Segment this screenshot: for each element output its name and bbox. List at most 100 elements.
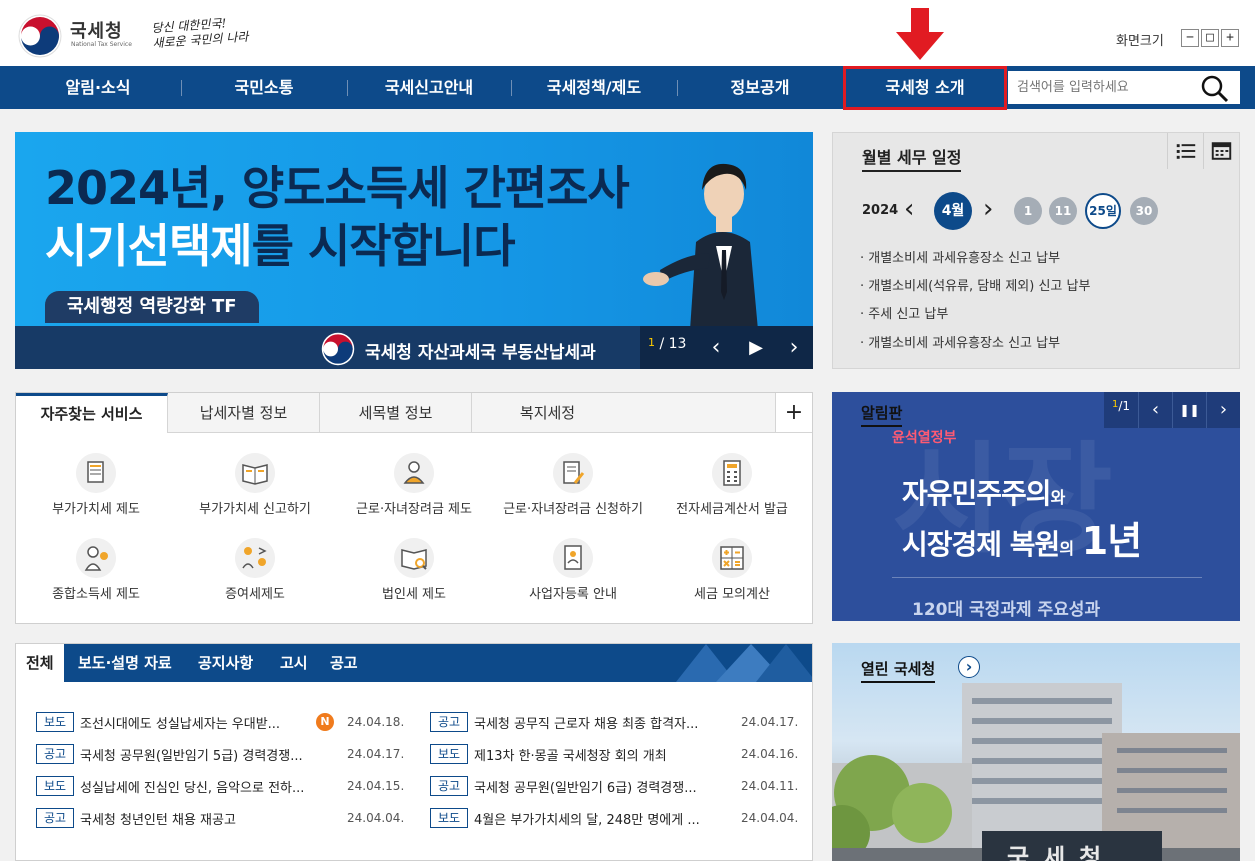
service-label: 근로·자녀장려금 신청하기 [503,502,643,517]
tab-announcement[interactable]: 고시 [280,644,308,682]
board-next-button[interactable]: › [1206,392,1240,428]
schedule-day[interactable]: 11 [1049,197,1077,225]
news-row[interactable]: 보도 4월은 부가가치세의 달, 248만 명에게 ... 24.04.04. [430,808,810,828]
main-banner[interactable]: 2024년, 양도소득세 간편조사 시기선택제를 시작합니다 국세행정 역량강화… [15,132,813,369]
font-decrease-button[interactable]: − [1181,29,1199,47]
schedule-item[interactable]: · 개별소비세 과세유흥장소 신고 납부 [860,247,1060,266]
news-tag: 공고 [430,776,468,796]
board-counter: 1/1 [1112,399,1130,413]
news-title[interactable]: 제13차 한·몽골 국세청장 회의 개최 [474,745,667,764]
board-counter-total: /1 [1118,399,1131,413]
service-vat-filing[interactable]: 부가가치세 신고하기 [177,453,333,517]
tab-frequent-services[interactable]: 자주찾는 서비스 [16,393,168,433]
tab-public-notice[interactable]: 공고 [330,644,358,682]
news-row[interactable]: 공고 국세청 공무직 근로자 채용 최종 합격자... 24.04.17. [430,712,810,732]
open-nts-panel[interactable]: 열린 국세청 › 국세청 [832,643,1240,861]
news-title[interactable]: 조선시대에도 성실납세자는 우대받... [80,713,280,732]
arrow-right-icon[interactable]: › [958,656,980,678]
board-headline-1b: 와 [1050,488,1066,507]
tab-notices[interactable]: 공지사항 [198,644,253,682]
id-card-icon [553,538,593,578]
service-earned-income-credit[interactable]: 근로·자녀장려금 제도 [336,453,492,517]
banner-headline-1: 2024년, 양도소득세 간편조사 [45,161,630,215]
notice-board[interactable]: 시장 알림판 1/1 ‹ ❚❚ › 윤석열정부 자유민주주의와 시장경제 복원의… [832,392,1240,621]
banner-headline-2: 시기선택제를 시작합니다 [45,210,516,276]
news-title[interactable]: 국세청 공무직 근로자 채용 최종 합격자... [474,713,698,732]
schedule-year: 2024 [862,203,899,218]
news-title[interactable]: 국세청 청년인턴 채용 재공고 [80,809,236,828]
nav-item-tax-filing[interactable]: 국세신고안내 [347,66,511,109]
nav-item-notice[interactable]: 알림·소식 [15,66,181,109]
news-row[interactable]: 공고 국세청 공무원(일반임기 5급) 경력경쟁... 24.04.17. [36,744,416,764]
nav-item-tax-policy[interactable]: 국세정책/제도 [511,66,677,109]
banner-next-button[interactable]: › [774,326,813,369]
quick-services: 자주찾는 서비스 납세자별 정보 세목별 정보 복지세정 + 부가가치세 제도 … [15,392,813,624]
book-search-icon [394,538,434,578]
month-prev-button[interactable]: ‹ [904,194,914,224]
main-nav: 알림·소식 국민소통 국세신고안내 국세정책/제도 정보공개 국세청 소개 [0,66,1255,110]
schedule-day-selected[interactable]: 25일 [1085,193,1121,229]
board-controls: 1/1 ‹ ❚❚ › [1104,392,1240,428]
more-button[interactable]: + [775,393,812,433]
open-nts-title: 열린 국세청 [861,658,936,683]
tab-press[interactable]: 보도·설명 자료 [78,644,172,682]
service-gift-tax[interactable]: 증여세제도 [177,538,333,602]
list-icon[interactable] [1167,133,1203,169]
news-board: 전체 보도·설명 자료 공지사항 고시 공고 보도 조선시대에도 성실납세자는 … [15,643,813,861]
schedule-day[interactable]: 30 [1130,197,1158,225]
news-title[interactable]: 성실납세에 진심인 당신, 음악으로 전하... [80,777,304,796]
news-row[interactable]: 보도 성실납세에 진심인 당신, 음악으로 전하... 24.04.15. [36,776,416,796]
service-vat-system[interactable]: 부가가치세 제도 [18,453,174,517]
board-footer-text: 120대 국정과제 주요성과 [912,600,1101,620]
people-icon [394,453,434,493]
logo-text[interactable]: 국세청 [70,17,123,43]
service-tax-simulator[interactable]: 세금 모의계산 [654,538,810,602]
banner-counter-total: / 13 [659,336,687,352]
banner-controls: 1 / 13 ‹ ▶ › [640,326,813,369]
service-label: 전자세금계산서 발급 [676,502,788,517]
schedule-item[interactable]: · 주세 신고 납부 [860,303,948,322]
tab-all[interactable]: 전체 [16,644,64,682]
nav-item-disclosure[interactable]: 정보공개 [677,66,843,109]
service-e-invoice[interactable]: 전자세금계산서 발급 [654,453,810,517]
month-next-button[interactable]: › [983,194,993,224]
news-tag: 보도 [36,776,74,796]
current-month[interactable]: 4월 [934,192,972,230]
tab-taxpayer-info[interactable]: 납세자별 정보 [168,393,320,433]
board-prev-button[interactable]: ‹ [1138,392,1172,428]
banner-prev-button[interactable]: ‹ [696,326,736,369]
service-earned-income-apply[interactable]: 근로·자녀장려금 신청하기 [495,453,651,517]
search-icon[interactable] [1198,72,1232,105]
schedule-title: 월별 세무 일정 [862,144,962,172]
news-tag: 공고 [36,744,74,764]
schedule-item[interactable]: · 개별소비세 과세유흥장소 신고 납부 [860,332,1060,351]
search-input[interactable] [1008,71,1204,104]
calendar-icon[interactable] [1203,133,1239,169]
banner-play-button[interactable]: ▶ [736,326,776,369]
service-income-tax[interactable]: 종합소득세 제도 [18,538,174,602]
news-row[interactable]: 보도 조선시대에도 성실납세자는 우대받... N 24.04.18. [36,712,416,732]
news-title[interactable]: 4월은 부가가치세의 달, 248만 명에게 ... [474,809,700,828]
service-label: 부가가치세 신고하기 [199,502,311,517]
service-corporate-tax[interactable]: 법인세 제도 [336,538,492,602]
font-reset-button[interactable]: □ [1201,29,1219,47]
news-date: 24.04.16. [741,747,799,761]
nav-item-communication[interactable]: 국민소통 [181,66,347,109]
nts-logo-icon[interactable] [18,14,62,58]
news-tag: 보도 [36,712,74,732]
news-row[interactable]: 공고 국세청 공무원(일반임기 6급) 경력경쟁... 24.04.11. [430,776,810,796]
board-government-label: 윤석열정부 [892,430,957,446]
schedule-item[interactable]: · 개별소비세(석유류, 담배 제외) 신고 납부 [860,275,1090,294]
tab-welfare-tax[interactable]: 복지세정 [472,393,624,433]
tab-tax-item-info[interactable]: 세목별 정보 [320,393,472,433]
news-row[interactable]: 공고 국세청 청년인턴 채용 재공고 24.04.04. [36,808,416,828]
service-business-registration[interactable]: 사업자등록 안내 [495,538,651,602]
font-increase-button[interactable]: + [1221,29,1239,47]
service-label: 법인세 제도 [382,587,446,602]
schedule-day[interactable]: 1 [1014,197,1042,225]
service-label: 부가가치세 제도 [52,502,140,517]
board-pause-button[interactable]: ❚❚ [1172,392,1206,428]
news-title[interactable]: 국세청 공무원(일반임기 5급) 경력경쟁... [80,745,303,764]
news-title[interactable]: 국세청 공무원(일반임기 6급) 경력경쟁... [474,777,697,796]
news-row[interactable]: 보도 제13차 한·몽골 국세청장 회의 개최 24.04.16. [430,744,810,764]
